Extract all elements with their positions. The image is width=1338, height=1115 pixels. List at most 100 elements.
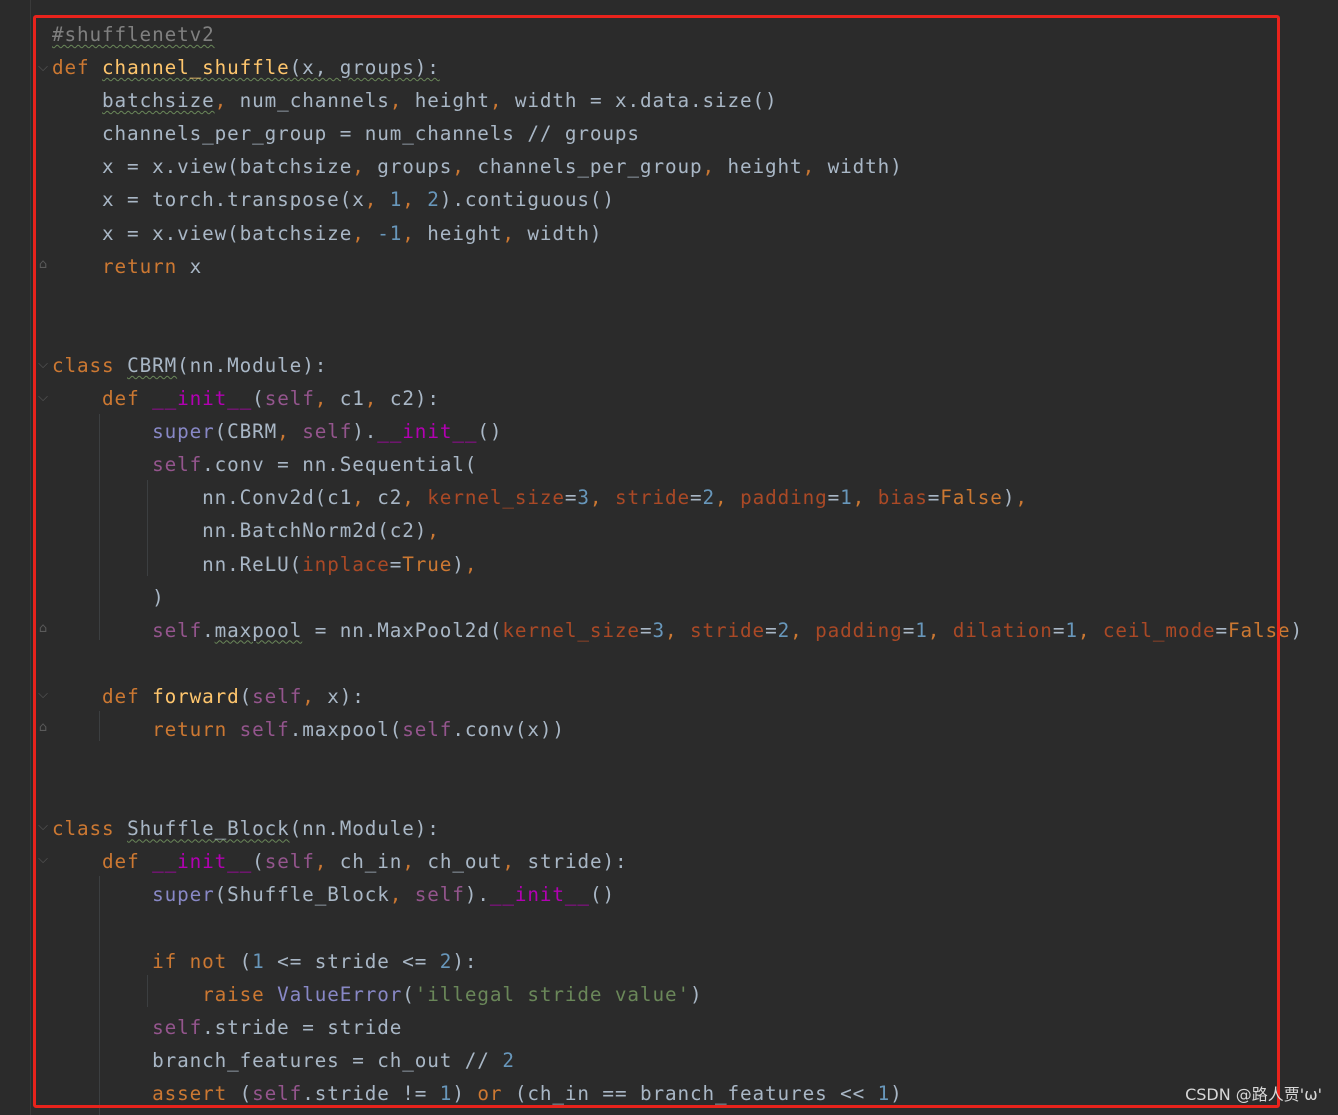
- code-token: ,: [402, 188, 428, 212]
- code-line[interactable]: [52, 912, 1303, 945]
- code-token: nn.ReLU(: [52, 552, 303, 576]
- code-token: nn.BatchNorm2d(c2): [52, 519, 428, 543]
- code-line[interactable]: x = torch.transpose(x, 1, 2).contiguous(…: [52, 183, 1303, 216]
- code-token: 1: [389, 188, 403, 212]
- code-line[interactable]: [52, 283, 1303, 316]
- code-token: (nn.Module):: [177, 353, 328, 377]
- code-token: ,: [702, 155, 728, 179]
- code-token: ): [52, 585, 165, 609]
- code-token: =: [564, 486, 578, 510]
- code-line[interactable]: #shufflenetv2: [52, 18, 1303, 51]
- code-token: ceil_mode: [1102, 618, 1216, 642]
- code-line[interactable]: return self.maxpool(self.conv(x)): [52, 713, 1303, 746]
- fold-open-icon[interactable]: ⌵: [37, 391, 49, 405]
- code-line[interactable]: def __init__(self, c1, c2):: [52, 382, 1303, 415]
- code-line[interactable]: return x: [52, 250, 1303, 283]
- code-token: ,: [664, 618, 690, 642]
- code-token: c1: [339, 387, 365, 411]
- fold-end-icon[interactable]: ⌂: [37, 258, 49, 272]
- code-token: width = x.data.size(): [514, 89, 778, 113]
- code-line[interactable]: [52, 316, 1303, 349]
- code-line[interactable]: class CBRM(nn.Module):: [52, 349, 1303, 382]
- code-token: ValueError: [277, 982, 403, 1006]
- code-token: ,: [352, 486, 378, 510]
- code-token: =: [765, 618, 778, 642]
- code-line[interactable]: nn.BatchNorm2d(c2),: [52, 514, 1303, 547]
- code-line[interactable]: super(CBRM, self).__init__(): [52, 415, 1303, 448]
- code-text-area[interactable]: #shufflenetv2 def channel_shuffle(x, grou…: [52, 18, 1303, 1110]
- code-token: super: [152, 883, 215, 907]
- code-editor[interactable]: ⌵ ⌂ ⌵ ⌵ ⌂ ⌵ ⌂ ⌵ ⌵ #shufflenetv2 def chann…: [0, 0, 1338, 1115]
- code-line[interactable]: self.maxpool = nn.MaxPool2d(kernel_size=…: [52, 614, 1303, 647]
- code-token: Shuffle_Block: [127, 817, 290, 841]
- code-token: ): [890, 1082, 903, 1105]
- code-line[interactable]: x = x.view(batchsize, groups, channels_p…: [52, 150, 1303, 183]
- code-line[interactable]: if not (1 <= stride <= 2):: [52, 945, 1303, 978]
- code-line[interactable]: nn.ReLU(inplace=True),: [52, 548, 1303, 581]
- fold-open-icon[interactable]: ⌵: [37, 853, 49, 867]
- code-line[interactable]: def forward(self, x):: [52, 680, 1303, 713]
- code-token: or: [477, 1082, 515, 1105]
- code-token: 1: [915, 618, 928, 642]
- code-token: assert: [152, 1082, 240, 1105]
- code-token: -1: [377, 221, 403, 245]
- code-token: def: [102, 850, 153, 874]
- fold-end-icon[interactable]: ⌂: [37, 622, 49, 636]
- code-line[interactable]: [52, 647, 1303, 680]
- code-token: 1: [439, 1082, 453, 1105]
- code-line[interactable]: [52, 746, 1303, 779]
- code-line[interactable]: ): [52, 581, 1303, 614]
- code-line[interactable]: x = x.view(batchsize, -1, height, width): [52, 217, 1303, 250]
- code-token: class: [52, 817, 128, 841]
- code-token: ,: [464, 552, 478, 576]
- code-line[interactable]: self.stride = stride: [52, 1011, 1303, 1044]
- code-token: self: [252, 1082, 303, 1105]
- code-line[interactable]: def channel_shuffle(x, groups):: [52, 51, 1303, 84]
- code-line[interactable]: super(Shuffle_Block, self).__init__(): [52, 878, 1303, 911]
- code-token: self: [239, 717, 290, 741]
- code-line[interactable]: class Shuffle_Block(nn.Module):: [52, 812, 1303, 845]
- gutter-divider: [30, 0, 31, 1115]
- code-token: ,: [502, 850, 528, 874]
- code-line[interactable]: [52, 779, 1303, 812]
- code-token: .stride = stride: [202, 1015, 403, 1039]
- code-token: (x, groups):: [289, 56, 440, 80]
- code-token: __init__: [152, 387, 253, 411]
- code-token: ).: [352, 420, 378, 444]
- code-line[interactable]: branch_features = ch_out // 2: [52, 1044, 1303, 1077]
- code-line[interactable]: assert (self.stride != 1) or (ch_in == b…: [52, 1077, 1303, 1110]
- fold-open-icon[interactable]: ⌵: [37, 688, 49, 702]
- code-token: (ch_in == branch_features <<: [514, 1082, 878, 1105]
- code-line[interactable]: self.conv = nn.Sequential(: [52, 448, 1303, 481]
- code-token: width): [527, 221, 603, 245]
- code-token: self: [252, 684, 303, 708]
- code-token: (Shuffle_Block: [214, 883, 390, 907]
- code-token: x = x.view(batchsize: [52, 155, 353, 179]
- fold-open-icon[interactable]: ⌵: [37, 820, 49, 834]
- code-token: (): [589, 883, 615, 907]
- code-line[interactable]: raise ValueError('illegal stride value'): [52, 978, 1303, 1011]
- code-token: stride: [690, 618, 766, 642]
- code-token: 3: [577, 486, 590, 510]
- fold-open-icon[interactable]: ⌵: [37, 358, 49, 372]
- code-line[interactable]: channels_per_group = num_channels // gro…: [52, 117, 1303, 150]
- code-token: .stride !=: [302, 1082, 440, 1105]
- code-token: channel_shuffle: [102, 56, 290, 80]
- code-token: def: [102, 387, 153, 411]
- code-line[interactable]: batchsize, num_channels, height, width =…: [52, 84, 1303, 117]
- code-line[interactable]: def __init__(self, ch_in, ch_out, stride…: [52, 845, 1303, 878]
- code-token: 3: [652, 618, 665, 642]
- code-token: 1: [840, 486, 853, 510]
- code-token: x = x.view(batchsize: [52, 221, 353, 245]
- fold-end-icon[interactable]: ⌂: [37, 721, 49, 735]
- code-token: ,: [364, 387, 390, 411]
- code-token: return: [102, 254, 190, 278]
- code-token: #shufflenetv2: [52, 23, 215, 46]
- code-token: ): [689, 982, 703, 1006]
- fold-open-icon[interactable]: ⌵: [37, 61, 49, 75]
- code-token: kernel_size: [427, 486, 565, 510]
- code-line[interactable]: nn.Conv2d(c1, c2, kernel_size=3, stride=…: [52, 481, 1303, 514]
